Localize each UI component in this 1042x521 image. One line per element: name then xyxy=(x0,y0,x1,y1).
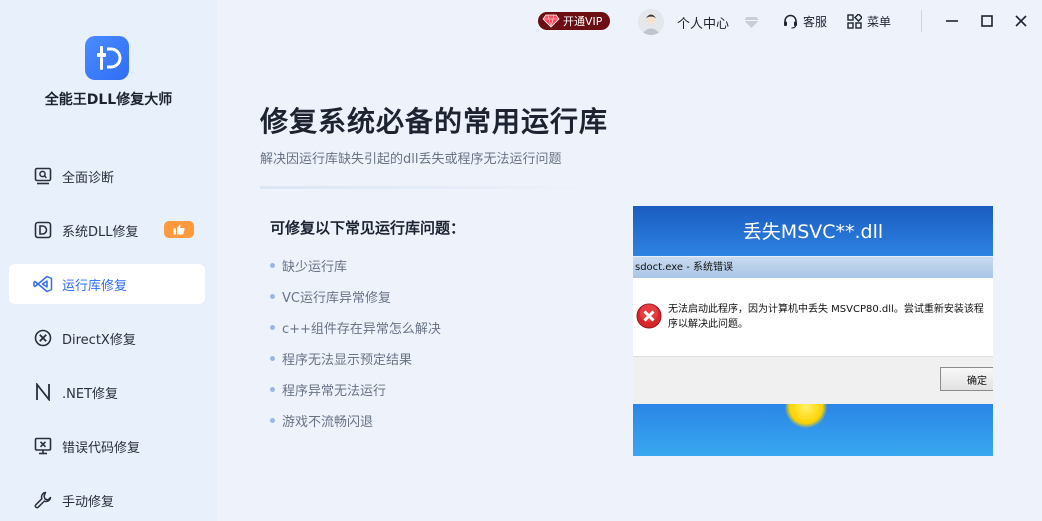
dotnet-icon xyxy=(33,382,53,402)
app-logo xyxy=(85,36,129,80)
list-item: 游戏不流畅闪退 xyxy=(270,405,441,436)
bullet-icon xyxy=(270,387,275,392)
service-label: 客服 xyxy=(803,15,828,29)
maximize-icon xyxy=(981,15,993,27)
sidebar-item-manual[interactable]: 手动修复 xyxy=(9,480,205,520)
dll-logo-icon xyxy=(97,46,122,70)
user-avatar-icon xyxy=(638,9,664,35)
minimize-icon xyxy=(946,20,958,22)
list-item: 程序异常无法运行 xyxy=(270,374,441,405)
sidebar-item-label: 全面诊断 xyxy=(62,170,115,186)
close-button[interactable] xyxy=(1011,11,1031,31)
vip-button[interactable]: 开通VIP xyxy=(538,12,610,30)
error-dialog-titlebar: sdoct.exe - 系统错误 xyxy=(633,256,993,278)
list-item: 缺少运行库 xyxy=(270,250,441,281)
issues-list: 缺少运行库 VC运行库异常修复 c++组件存在异常怎么解决 程序无法显示预定结果… xyxy=(270,250,441,436)
issues-list-title: 可修复以下常见运行库问题： xyxy=(270,219,466,237)
ok-button: 确定 xyxy=(940,367,993,391)
list-item: c++组件存在异常怎么解决 xyxy=(270,312,441,343)
runtime-icon xyxy=(33,274,53,294)
wrench-icon xyxy=(33,490,53,510)
sidebar: 全能王DLL修复大师 全面诊断 系统DLL修复 运行库修复 DirectX修复 … xyxy=(0,0,217,521)
sidebar-nav: 全面诊断 系统DLL修复 运行库修复 DirectX修复 .NET修复 错误代码… xyxy=(9,156,205,521)
error-example-image: 丢失MSVC**.dll sdoct.exe - 系统错误 无法启动此程序，因为… xyxy=(633,206,993,456)
dll-icon xyxy=(33,220,53,240)
customer-service-button[interactable]: 客服 xyxy=(783,13,827,30)
member-diamond-icon xyxy=(743,14,760,33)
bullet-icon xyxy=(270,325,275,330)
sun-graphic xyxy=(785,404,827,428)
user-center-link[interactable]: 个人中心 xyxy=(677,13,729,32)
sidebar-item-diagnosis[interactable]: 全面诊断 xyxy=(9,156,205,196)
bullet-icon xyxy=(270,263,275,268)
thumbs-up-icon xyxy=(164,221,194,238)
close-icon xyxy=(1015,15,1027,27)
vip-label: 开通VIP xyxy=(563,15,603,28)
error-icon xyxy=(636,303,662,329)
sidebar-item-label: 手动修复 xyxy=(62,494,115,510)
sidebar-item-runtime[interactable]: 运行库修复 xyxy=(9,264,205,304)
topbar-divider xyxy=(921,10,922,32)
top-bar: 开通VIP 个人中心 客服 菜单 xyxy=(217,0,1042,42)
app-title: 全能王DLL修复大师 xyxy=(44,92,173,108)
bullet-icon xyxy=(270,418,275,423)
sidebar-item-label: DirectX修复 xyxy=(62,332,136,348)
error-code-icon xyxy=(33,436,53,456)
headset-icon xyxy=(784,14,797,29)
sidebar-item-directx[interactable]: DirectX修复 xyxy=(9,318,205,358)
error-message: 无法启动此程序，因为计算机中丢失 MSVCP80.dll。尝试重新安装该程序以解… xyxy=(668,304,984,330)
sidebar-item-label: 系统DLL修复 xyxy=(62,224,139,240)
sidebar-item-label: 运行库修复 xyxy=(62,278,128,294)
page-title: 修复系统必备的常用运行库 xyxy=(260,105,609,138)
diagnosis-icon xyxy=(33,166,53,186)
menu-label: 菜单 xyxy=(867,15,892,29)
directx-icon xyxy=(33,328,53,348)
bullet-icon xyxy=(270,294,275,299)
sidebar-item-dotnet[interactable]: .NET修复 xyxy=(9,372,205,412)
page-subtitle: 解决因运行库缺失引起的dll丢失或程序无法运行问题 xyxy=(260,152,562,167)
sidebar-item-system-dll[interactable]: 系统DLL修复 xyxy=(9,210,205,250)
sidebar-item-label: .NET修复 xyxy=(62,386,119,402)
error-heading: 丢失MSVC**.dll xyxy=(742,221,884,243)
sidebar-item-error-code[interactable]: 错误代码修复 xyxy=(9,426,205,466)
error-dialog-body: 无法启动此程序，因为计算机中丢失 MSVCP80.dll。尝试重新安装该程序以解… xyxy=(633,278,993,356)
sidebar-item-label: 错误代码修复 xyxy=(62,440,141,456)
error-dialog-footer: 确定 xyxy=(633,356,993,404)
menu-button[interactable]: 菜单 xyxy=(847,13,891,30)
error-banner: 丢失MSVC**.dll xyxy=(633,206,993,256)
bullet-icon xyxy=(270,356,275,361)
avatar[interactable] xyxy=(638,9,664,35)
section-divider xyxy=(260,186,602,189)
minimize-button[interactable] xyxy=(942,11,962,31)
list-item: 程序无法显示预定结果 xyxy=(270,343,441,374)
list-item: VC运行库异常修复 xyxy=(270,281,441,312)
desktop-background xyxy=(633,404,993,456)
maximize-button[interactable] xyxy=(977,11,997,31)
diamond-icon xyxy=(542,14,560,28)
grid-menu-icon xyxy=(847,14,862,29)
